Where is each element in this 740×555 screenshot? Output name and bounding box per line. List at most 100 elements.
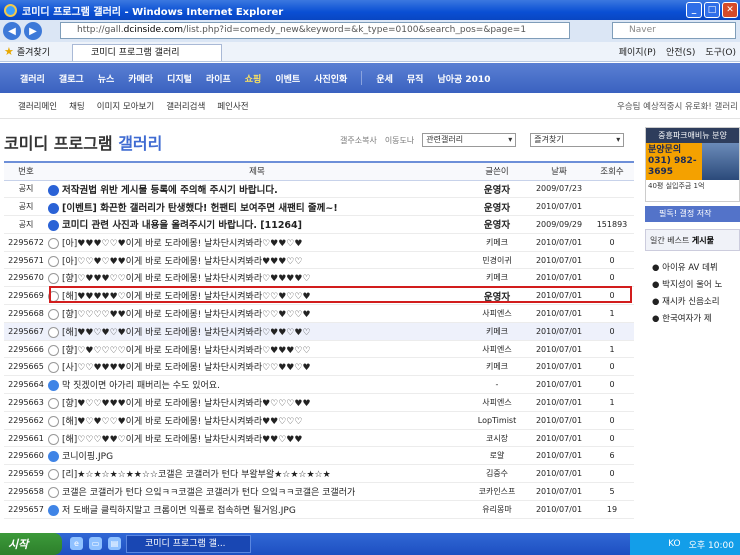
language-indicator[interactable]: KO [668, 539, 681, 549]
post-author[interactable]: 사피엔스 [466, 393, 528, 412]
table-row[interactable]: 2295672 [아]♥♥♥♡♡♥이게 바로 도라에몽! 날차단시켜봐라♡♥♥♡♥… [4, 233, 634, 252]
table-row[interactable]: 2295662 [해]♥♡♥♡♡♥이게 바로 도라에몽! 날차단시켜봐라♥♥♡♡♡… [4, 411, 634, 430]
nav-item[interactable]: 뮤직 [407, 72, 424, 85]
post-subject-text[interactable]: 저작권법 위반 게시물 등록에 주의해 주시기 바랍니다. [62, 185, 278, 196]
table-row[interactable]: 2295663 [향]♥♡♡♥♥♥이게 바로 도라에몽! 날차단시켜봐라♥♡♡♡♥… [4, 393, 634, 412]
post-subject-text[interactable]: [이벤트] 화끈한 갤러리가 탄생했다! 헌팬티 보여주면 새팬티 줄께~! [62, 203, 338, 214]
move-button[interactable]: 이동도나 [385, 135, 414, 146]
table-row[interactable]: 2295671 [아]♡♡♥♡♥♥이게 바로 도라에몽! 날차단시켜봐라♥♥♥♡♡… [4, 251, 634, 270]
post-subject[interactable]: 코미디 관련 사진과 내용을 올려주시기 바랍니다. [11264] [48, 215, 466, 234]
nav-item[interactable]: 카메라 [128, 72, 153, 85]
promo-text[interactable]: 우승팀 예상적중시 유로화! 갤러리 [617, 100, 738, 112]
post-author[interactable]: 로얄 [466, 446, 528, 466]
post-subject[interactable]: [향]♥♡♡♥♥♥이게 바로 도라에몽! 날차단시켜봐라♥♡♡♡♥♥ [48, 393, 466, 412]
post-subject[interactable]: [해]♥♥♡♥♡♥이게 바로 도라에몽! 날차단시켜봐라♡♥♥♡♥♡ [48, 322, 466, 341]
post-subject-text[interactable]: [향]♡♥♡♡♡♡이게 바로 도라에몽! 날차단시켜봐라♡♥♥♥♡♡ [62, 346, 311, 356]
nav-item[interactable]: 운세 [376, 72, 393, 85]
post-subject[interactable]: 코니이핑.JPG [48, 446, 466, 466]
table-row[interactable]: 공지 코미디 관련 사진과 내용을 올려주시기 바랍니다. [11264] 운영자 2… [4, 215, 634, 234]
nav-item[interactable]: 이벤트 [275, 72, 300, 85]
tools-menu[interactable]: 도구(O) [705, 45, 736, 58]
post-author[interactable]: 코카인스프 [466, 482, 528, 501]
post-subject[interactable]: [리]★☆★☆★☆★★☆☆코갤은 코갤러가 턴다 부왈부왈★☆★☆★☆★ [48, 464, 466, 484]
search-input[interactable]: Naver [612, 22, 736, 39]
post-subject[interactable]: 코갤은 코갤러가 턴다 으잌ㅋㅋ코갤은 코갤러가 턴다 으잌ㅋㅋ코갤은 코갤러가 [48, 482, 466, 501]
start-button[interactable]: 시작 [0, 533, 62, 555]
post-author[interactable]: 키메크 [466, 322, 528, 341]
post-subject-text[interactable]: [아]♥♥♥♡♡♥이게 바로 도라에몽! 날차단시켜봐라♡♥♥♡♥ [62, 239, 302, 249]
post-author[interactable]: 김중수 [466, 464, 528, 484]
post-subject[interactable]: 저 도배글 클릭하지말고 크롬이면 익플로 접속하면 될거임.JPG [48, 500, 466, 519]
notice-bar[interactable]: 필독! 갤정 저작 [645, 206, 740, 222]
desktop-icon[interactable]: ▭ [89, 537, 102, 550]
post-subject-text[interactable]: [향]♡♡♡♡♥♥이게 바로 도라에몽! 날차단시켜봐라♡♡♥♡♡♥ [62, 310, 311, 320]
table-row[interactable]: 2295670 [향]♡♥♥♥♡♡이게 바로 도라에몽! 날차단시켜봐라♡♥♥♥♥… [4, 268, 634, 288]
browser-tab[interactable]: 코미디 프로그램 갤러리 [72, 44, 222, 61]
best-item[interactable]: ● 재시카 신음소리 [652, 294, 722, 311]
minimize-button[interactable]: _ [686, 2, 702, 18]
post-subject-text[interactable]: 코니이핑.JPG [62, 452, 113, 462]
side-ad[interactable]: 중흥파크애비뉴 분양 분양문의 031) 982-3695 40평 실입주금 1억 [645, 127, 740, 202]
best-item[interactable]: ● 한국여자가 제 [652, 311, 722, 328]
post-author[interactable]: 민경이귀 [466, 251, 528, 270]
nav-item[interactable]: 뉴스 [98, 72, 115, 85]
subnav-item[interactable]: 페인사전 [217, 100, 248, 112]
post-subject-text[interactable]: [아]♡♡♥♡♥♥이게 바로 도라에몽! 날차단시켜봐라♥♥♥♡♡ [62, 257, 302, 267]
post-subject-text[interactable]: [해]♥♥♡♥♡♥이게 바로 도라에몽! 날차단시켜봐라♡♥♥♡♥♡ [62, 328, 311, 338]
post-subject-text[interactable]: 저 도배글 클릭하지말고 크롬이면 익플로 접속하면 될거임.JPG [62, 506, 296, 516]
post-subject-text[interactable]: [향]♡♥♥♥♡♡이게 바로 도라에몽! 날차단시켜봐라♡♥♥♥♥♡ [62, 274, 311, 284]
back-icon[interactable]: ◀ [3, 22, 21, 40]
table-row[interactable]: 2295665 [사]♡♡♥♥♥♥이게 바로 도라에몽! 날차단시켜봐라♡♡♥♥♡… [4, 357, 634, 377]
post-author[interactable]: 키메크 [466, 357, 528, 377]
post-subject[interactable]: [향]♡♡♡♡♥♥이게 바로 도라에몽! 날차단시켜봐라♡♡♥♡♡♥ [48, 304, 466, 323]
best-item[interactable]: ● 박지성이 울어 노 [652, 277, 722, 294]
post-subject[interactable]: [해]♥♡♥♡♡♥이게 바로 도라에몽! 날차단시켜봐라♥♥♡♡♡ [48, 411, 466, 430]
table-row[interactable]: 2295666 [향]♡♥♡♡♡♡이게 바로 도라에몽! 날차단시켜봐라♡♥♥♥♡… [4, 340, 634, 359]
post-author[interactable]: 키메크 [466, 233, 528, 252]
copy-address-button[interactable]: 갤주소복사 [340, 135, 377, 146]
nav-item[interactable]: 남아공 2010 [437, 72, 490, 85]
nav-item[interactable]: 갤로그 [59, 72, 84, 85]
favorites-select[interactable]: 즐겨찾기 [530, 133, 625, 147]
post-subject[interactable]: [향]♡♥♡♡♡♡이게 바로 도라에몽! 날차단시켜봐라♡♥♥♥♡♡ [48, 340, 466, 359]
table-row[interactable]: 공지 저작권법 위반 게시물 등록에 주의해 주시기 바랍니다. 운영자 2009/0… [4, 180, 634, 199]
page-menu[interactable]: 페이지(P) [619, 45, 656, 58]
post-author[interactable]: 운영자 [466, 215, 528, 234]
post-author[interactable]: 운영자 [466, 197, 528, 217]
related-gallery-select[interactable]: 관련갤러리 [422, 133, 517, 147]
post-subject[interactable]: 저작권법 위반 게시물 등록에 주의해 주시기 바랍니다. [48, 180, 466, 199]
post-subject-text[interactable]: [리]★☆★☆★☆★★☆☆코갤은 코갤러가 턴다 부왈부왈★☆★☆★☆★ [62, 470, 331, 480]
post-author[interactable]: 키메크 [466, 268, 528, 288]
post-subject-text[interactable]: 코갤은 코갤러가 턴다 으잌ㅋㅋ코갤은 코갤러가 턴다 으잌ㅋㅋ코갤은 코갤러가 [62, 488, 355, 498]
post-subject[interactable]: [향]♡♥♥♥♡♡이게 바로 도라에몽! 날차단시켜봐라♡♥♥♥♥♡ [48, 268, 466, 288]
post-subject[interactable]: [사]♡♡♥♥♥♥이게 바로 도라에몽! 날차단시켜봐라♡♡♥♥♡♥ [48, 357, 466, 377]
post-subject-text[interactable]: 막 짓겠이면 아가리 패버리는 수도 있어요. [62, 381, 220, 391]
best-item[interactable]: ● 아이유 AV 데뷔 [652, 260, 722, 277]
nav-item[interactable]: 디지털 [167, 72, 192, 85]
post-author[interactable]: 코시장 [466, 429, 528, 448]
table-row[interactable]: 2295667 [해]♥♥♡♥♡♥이게 바로 도라에몽! 날차단시켜봐라♡♥♥♡♥… [4, 322, 634, 341]
ie-quicklaunch-icon[interactable]: e [70, 537, 83, 550]
subnav-item[interactable]: 갤러리검색 [166, 100, 205, 112]
table-row[interactable]: 2295658 코갤은 코갤러가 턴다 으잌ㅋㅋ코갤은 코갤러가 턴다 으잌ㅋㅋ코… [4, 482, 634, 501]
post-author[interactable]: 유리몽마 [466, 500, 528, 519]
post-subject-text[interactable]: 코미디 관련 사진과 내용을 올려주시기 바랍니다. [11264] [62, 220, 302, 231]
subnav-item[interactable]: 채팅 [69, 100, 85, 112]
forward-icon[interactable]: ▶ [24, 22, 42, 40]
post-author[interactable]: - [466, 375, 528, 395]
table-row[interactable]: 2295668 [향]♡♡♡♡♥♥이게 바로 도라에몽! 날차단시켜봐라♡♡♥♡♡… [4, 304, 634, 323]
post-subject-text[interactable]: [해]♡♡♡♥♥♡이게 바로 도라에몽! 날차단시켜봐라♥♥♡♥♥ [62, 435, 302, 445]
table-row[interactable]: 2295660 코니이핑.JPG 로얄 2010/07/01 6 [4, 446, 634, 466]
nav-item[interactable]: 갤러리 [20, 72, 45, 85]
taskbar-window[interactable]: 코미디 프로그램 갤... [126, 535, 251, 553]
safety-menu[interactable]: 안전(S) [666, 45, 695, 58]
post-subject[interactable]: 막 짓겠이면 아가리 패버리는 수도 있어요. [48, 375, 466, 395]
post-subject[interactable]: [아]♥♥♥♡♡♥이게 바로 도라에몽! 날차단시켜봐라♡♥♥♡♥ [48, 233, 466, 252]
folder-icon[interactable]: ▤ [108, 537, 121, 550]
post-subject-text[interactable]: [향]♥♡♡♥♥♥이게 바로 도라에몽! 날차단시켜봐라♥♡♡♡♥♥ [62, 399, 311, 409]
nav-item[interactable]: 쇼핑 [245, 72, 262, 85]
post-author[interactable]: 사피엔스 [466, 340, 528, 359]
post-subject-text[interactable]: [해]♥♡♥♡♡♥이게 바로 도라에몽! 날차단시켜봐라♥♥♡♡♡ [62, 417, 302, 427]
table-row[interactable]: 공지 [이벤트] 화끈한 갤러리가 탄생했다! 헌팬티 보여주면 새팬티 줄께~!… [4, 197, 634, 217]
table-row[interactable]: 2295659 [리]★☆★☆★☆★★☆☆코갤은 코갤러가 턴다 부왈부왈★☆★☆… [4, 464, 634, 484]
